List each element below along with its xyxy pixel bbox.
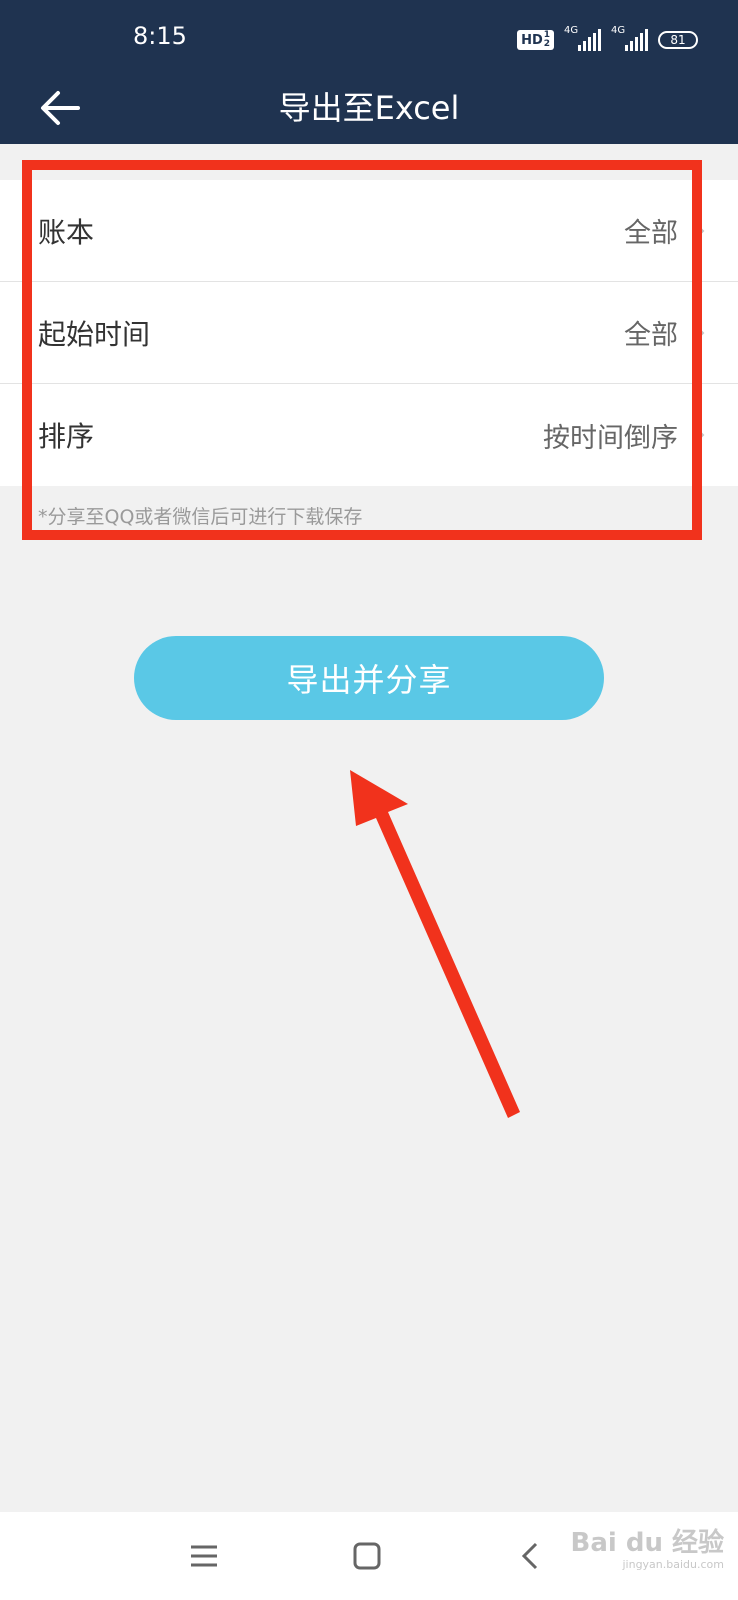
battery-level: 81 <box>670 33 686 47</box>
menu-icon <box>191 1545 217 1567</box>
annotation-arrow-icon <box>350 770 520 1118</box>
chevron-right-icon <box>693 220 705 241</box>
nav-header: 导出至Excel <box>0 80 738 144</box>
row-value: 全部 <box>624 218 678 249</box>
hd-voice-icon: HD 1 2 <box>517 30 554 50</box>
hint-text: *分享至QQ或者微信后可进行下载保存 <box>38 506 363 528</box>
row-account-book[interactable]: 账本 全部 <box>0 180 738 282</box>
menu-button[interactable] <box>180 1532 228 1580</box>
page-title: 导出至Excel <box>278 89 460 127</box>
home-button[interactable] <box>343 1532 391 1580</box>
back-nav-button[interactable] <box>506 1532 554 1580</box>
row-sort-order[interactable]: 排序 按时间倒序 <box>0 384 738 486</box>
signal-1-label: 4G <box>564 25 579 36</box>
chevron-right-icon <box>693 322 705 343</box>
hd-sub-labels: 1 2 <box>544 31 550 49</box>
status-icons: HD 1 2 4G 4G 81 <box>517 25 698 54</box>
watermark-logo: Bai du 经验 jingyan.baidu.com <box>571 1528 725 1572</box>
status-time: 8:15 <box>133 22 187 50</box>
row-label: 起始时间 <box>38 317 151 351</box>
watermark-sub: jingyan.baidu.com <box>622 1558 724 1571</box>
watermark-text: Bai du 经验 <box>570 1528 725 1558</box>
back-chevron-icon <box>521 1542 538 1570</box>
hd-label: HD <box>521 32 543 48</box>
row-value: 按时间倒序 <box>543 422 678 454</box>
status-bar: 8:15 HD 1 2 4G 4G 81 <box>0 0 738 80</box>
chevron-right-icon <box>693 425 705 445</box>
export-settings-list: 账本 全部 起始时间 全部 排序 按时间倒序 <box>0 180 738 486</box>
hd-sub-2: 2 <box>543 39 550 49</box>
home-square-icon <box>353 1542 381 1570</box>
row-label: 排序 <box>38 420 95 453</box>
signal-1-icon: 4G <box>564 25 601 51</box>
row-start-time[interactable]: 起始时间 全部 <box>0 282 738 384</box>
battery-icon: 81 <box>658 31 698 49</box>
export-share-button[interactable]: 导出并分享 <box>134 636 604 720</box>
signal-2-icon: 4G <box>611 25 648 51</box>
row-label: 账本 <box>38 215 95 249</box>
row-value: 全部 <box>624 320 678 351</box>
signal-2-label: 4G <box>611 25 626 36</box>
